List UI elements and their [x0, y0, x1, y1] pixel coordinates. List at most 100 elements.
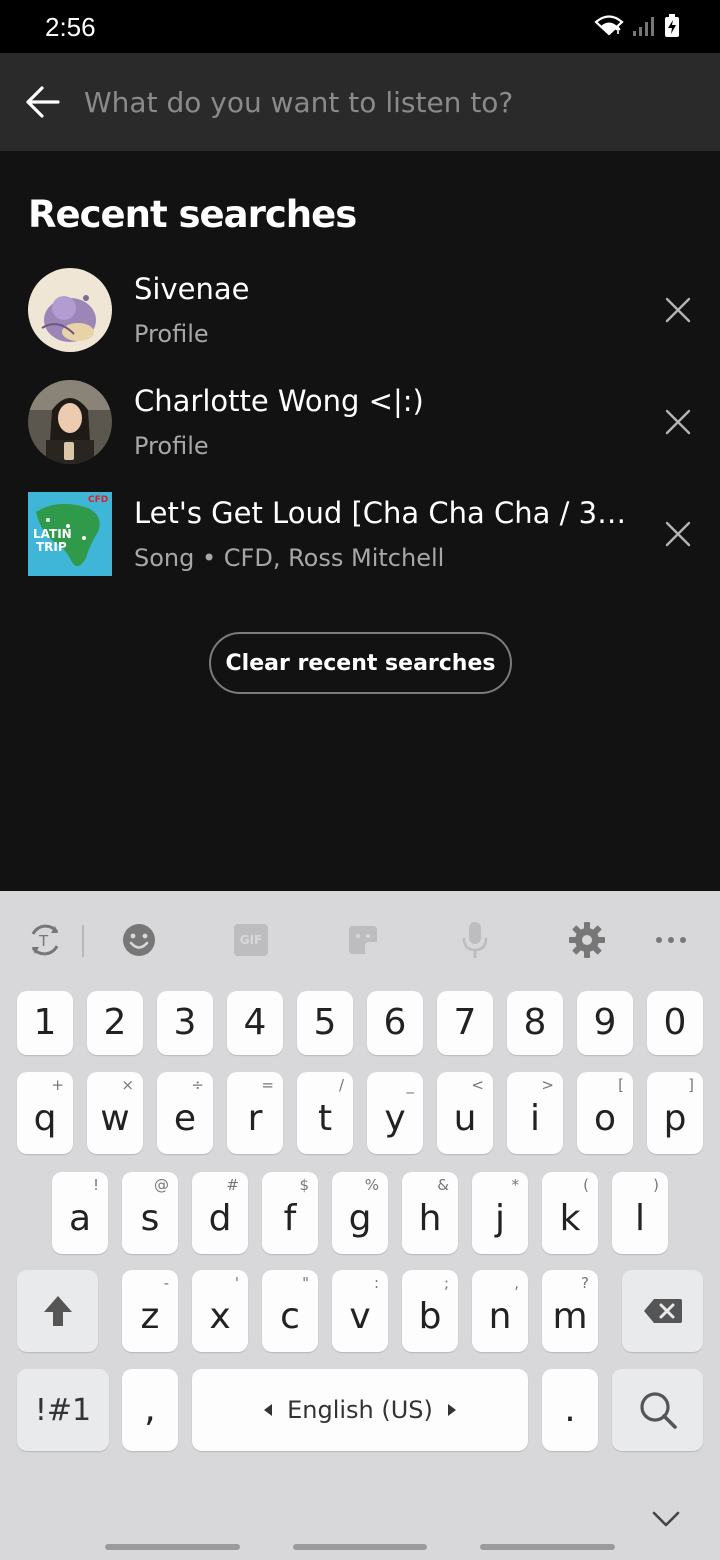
key-secondary: ÷ — [191, 1076, 204, 1094]
recent-item[interactable]: CFD LATIN TRIP Let's Get Loud [Cha Cha C… — [0, 492, 720, 592]
settings-gear-icon[interactable] — [566, 919, 608, 961]
key-0[interactable]: 0 — [647, 991, 703, 1055]
caret-left-icon — [264, 1404, 273, 1416]
search-key[interactable] — [612, 1369, 703, 1451]
key-y[interactable]: _ y — [367, 1072, 423, 1154]
recent-item[interactable]: Sivenae Profile — [0, 268, 720, 368]
key-label: 1 — [33, 1002, 57, 1043]
key-7[interactable]: 7 — [437, 991, 493, 1055]
key-secondary: ) — [653, 1176, 659, 1194]
search-input[interactable] — [84, 77, 684, 127]
symbols-key[interactable]: !#1 — [17, 1369, 109, 1451]
key-secondary: + — [51, 1076, 64, 1094]
svg-text:T: T — [38, 932, 49, 950]
key-4[interactable]: 4 — [227, 991, 283, 1055]
key-o[interactable]: [o — [577, 1072, 633, 1154]
remove-button[interactable] — [656, 288, 700, 332]
key-z[interactable]: -z — [122, 1270, 178, 1352]
back-button[interactable] — [20, 78, 64, 126]
key-q[interactable]: + q — [17, 1072, 73, 1154]
key-u[interactable]: < u — [437, 1072, 493, 1154]
comma-key[interactable]: , — [122, 1369, 178, 1451]
gif-icon[interactable]: GIF — [230, 919, 272, 961]
key-secondary: ? — [581, 1274, 589, 1292]
arrow-left-icon — [26, 86, 60, 118]
avatar — [28, 268, 112, 352]
key-label: e — [173, 1098, 197, 1139]
emoji-icon[interactable] — [118, 919, 160, 961]
key-secondary: % — [364, 1176, 379, 1194]
key-d[interactable]: # d — [192, 1172, 248, 1254]
clear-recent-searches-button[interactable]: Clear recent searches — [209, 632, 512, 694]
key-secondary: × — [121, 1076, 134, 1094]
key-label: n — [488, 1296, 512, 1337]
key-c[interactable]: " c — [262, 1270, 318, 1352]
key-t[interactable]: / t — [297, 1072, 353, 1154]
sticker-icon[interactable] — [342, 919, 384, 961]
key-label: m — [552, 1296, 588, 1337]
item-title: Let's Get Loud [Cha Cha Cha / 31 B... — [134, 496, 634, 530]
key-label: !#1 — [34, 1392, 92, 1428]
key-j[interactable]: * j — [472, 1172, 528, 1254]
key-n[interactable]: ,n — [472, 1270, 528, 1352]
key-label: 2 — [103, 1002, 127, 1043]
key-3[interactable]: 3 — [157, 991, 213, 1055]
key-x[interactable]: ' x — [192, 1270, 248, 1352]
hide-keyboard-button[interactable] — [651, 1509, 681, 1529]
nav-recents-handle[interactable] — [105, 1544, 240, 1550]
key-v[interactable]: :v — [332, 1270, 388, 1352]
shift-key[interactable] — [17, 1270, 98, 1352]
recent-item[interactable]: Charlotte Wong <|:) Profile — [0, 380, 720, 480]
key-a[interactable]: ! a — [52, 1172, 108, 1254]
key-secondary: / — [338, 1076, 344, 1094]
remove-button[interactable] — [656, 512, 700, 556]
close-icon — [665, 409, 691, 435]
avatar — [28, 380, 112, 464]
key-1[interactable]: 1 — [17, 991, 73, 1055]
key-label: h — [418, 1198, 442, 1239]
space-key[interactable]: English (US) — [192, 1369, 528, 1451]
key-secondary: : — [373, 1274, 379, 1292]
key-m[interactable]: ? m — [542, 1270, 598, 1352]
key-6[interactable]: 6 — [367, 991, 423, 1055]
key-9[interactable]: 9 — [577, 991, 633, 1055]
more-options-icon[interactable] — [650, 919, 692, 961]
key-label: p — [663, 1098, 687, 1139]
toolbar-divider — [82, 925, 84, 957]
key-label: i — [529, 1098, 540, 1139]
key-8[interactable]: 8 — [507, 991, 563, 1055]
key-f[interactable]: $ f — [262, 1172, 318, 1254]
key-label: a — [68, 1198, 92, 1239]
key-label: , — [144, 1389, 156, 1430]
backspace-key[interactable] — [622, 1270, 703, 1352]
key-h[interactable]: & h — [402, 1172, 458, 1254]
key-w[interactable]: × w — [87, 1072, 143, 1154]
key-2[interactable]: 2 — [87, 991, 143, 1055]
status-bar: 2:56 — [0, 0, 720, 53]
microphone-icon[interactable] — [454, 919, 496, 961]
key-e[interactable]: ÷ e — [157, 1072, 213, 1154]
item-title: Charlotte Wong <|:) — [134, 384, 424, 418]
key-s[interactable]: @ s — [122, 1172, 178, 1254]
nav-home-handle[interactable] — [293, 1544, 427, 1550]
language-label: English (US) — [287, 1396, 433, 1424]
remove-button[interactable] — [656, 400, 700, 444]
key-secondary: $ — [299, 1176, 309, 1194]
key-i[interactable]: > i — [507, 1072, 563, 1154]
key-label: o — [593, 1098, 617, 1139]
status-icons — [594, 14, 680, 38]
period-key[interactable]: . — [542, 1369, 598, 1451]
key-label: q — [33, 1098, 57, 1139]
key-p[interactable]: ] p — [647, 1072, 703, 1154]
key-g[interactable]: % g — [332, 1172, 388, 1254]
key-l[interactable]: ) l — [612, 1172, 668, 1254]
nav-back-handle[interactable] — [480, 1544, 615, 1550]
key-label: u — [453, 1098, 477, 1139]
key-r[interactable]: = r — [227, 1072, 283, 1154]
key-5[interactable]: 5 — [297, 991, 353, 1055]
key-k[interactable]: (k — [542, 1172, 598, 1254]
keyboard: T GIF 1 2 3 4 5 6 7 8 9 0 + q × w ÷ e = … — [0, 891, 720, 1560]
translate-icon[interactable]: T — [24, 919, 66, 961]
key-secondary: _ — [406, 1076, 415, 1094]
key-b[interactable]: ; b — [402, 1270, 458, 1352]
